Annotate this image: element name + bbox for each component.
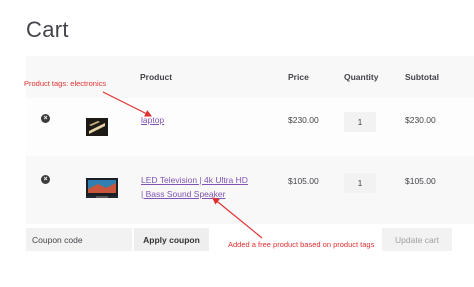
apply-coupon-button[interactable]: Apply coupon [134, 228, 209, 251]
price-cell: $230.00 [288, 115, 319, 125]
television-image-icon [86, 178, 118, 198]
coupon-code-input[interactable] [26, 228, 132, 251]
header-product: Product [140, 72, 173, 82]
remove-item-icon[interactable]: × [41, 175, 50, 184]
laptop-thumbnail[interactable] [86, 118, 108, 136]
product-link-laptop[interactable]: laptop [141, 113, 164, 127]
table-row: × LED Television | 4k Ultra HD | Bass So… [26, 156, 474, 224]
subtotal-cell: $105.00 [405, 176, 436, 186]
table-row: × laptop $230.00 $230.00 [26, 98, 474, 156]
subtotal-cell: $230.00 [405, 115, 436, 125]
update-cart-button[interactable]: Update cart [382, 228, 452, 251]
television-thumbnail[interactable] [86, 178, 118, 198]
laptop-image-icon [86, 118, 108, 136]
header-quantity: Quantity [344, 72, 379, 82]
annotation-product-tags: Product tags: electronics [24, 79, 107, 88]
header-price: Price [288, 72, 309, 82]
quantity-input[interactable] [344, 173, 376, 193]
annotation-free-product: Added a free product based on product ta… [228, 240, 375, 249]
remove-item-icon[interactable]: × [41, 114, 50, 123]
header-subtotal: Subtotal [405, 72, 439, 82]
product-link-television[interactable]: LED Television | 4k Ultra HD | Bass Soun… [141, 173, 251, 201]
price-cell: $105.00 [288, 176, 319, 186]
quantity-input[interactable] [344, 112, 376, 132]
table-header-row: Product Price Quantity Subtotal [26, 56, 474, 98]
page-title: Cart [26, 17, 69, 42]
